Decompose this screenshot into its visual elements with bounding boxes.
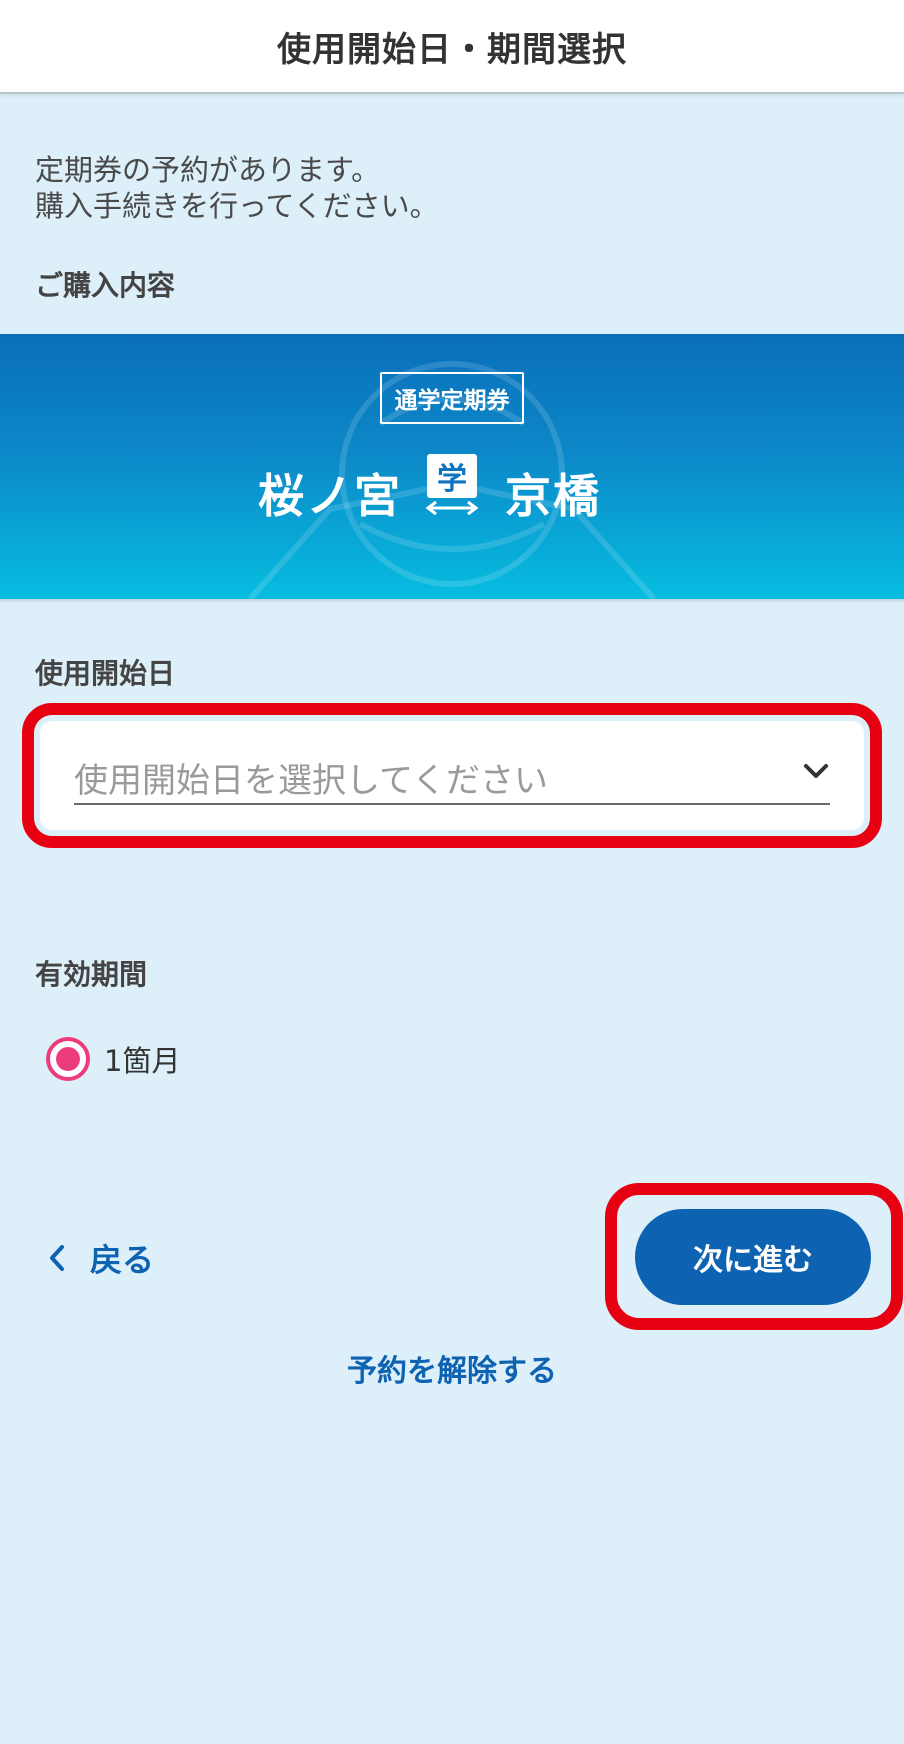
back-label: 戻る <box>90 1241 155 1279</box>
back-button[interactable]: 戻る <box>46 1234 154 1282</box>
cancel-reservation-link[interactable]: 予約を解除する <box>0 1346 904 1390</box>
to-station: 京橋 <box>505 469 601 523</box>
radio-button[interactable] <box>46 1037 90 1081</box>
notice-line-1: 定期券の予約があります。 <box>35 153 381 187</box>
chevron-left-icon <box>50 1245 64 1271</box>
next-button[interactable]: 次に進む <box>635 1209 871 1305</box>
start-date-placeholder: 使用開始日を選択してください <box>74 761 548 801</box>
start-date-select-underline: 使用開始日を選択してください <box>74 743 830 805</box>
period-option-label: 1箇月 <box>104 1044 181 1078</box>
chevron-down-icon <box>804 764 828 778</box>
reservation-notice: 定期券の予約があります。 購入手続きを行ってください。 <box>35 152 439 224</box>
next-button-highlight: 次に進む <box>605 1183 903 1330</box>
radio-selected-dot <box>56 1047 80 1071</box>
period-option-1-month[interactable]: 1箇月 <box>46 1036 180 1082</box>
bidirectional-arrow-icon <box>425 500 479 516</box>
from-station: 桜ノ宮 <box>258 469 402 523</box>
app-header: 使用開始日・期間選択 <box>0 0 904 94</box>
notice-line-2: 購入手続きを行ってください。 <box>35 189 439 223</box>
commuter-pass-banner: 通学定期券 桜ノ宮 学 京橋 <box>0 334 904 599</box>
purchase-contents-label: ご購入内容 <box>35 269 176 302</box>
start-date-highlight: 使用開始日を選択してください <box>22 703 882 848</box>
validity-period-label: 有効期間 <box>35 958 148 991</box>
pass-type-badge: 通学定期券 <box>380 372 524 424</box>
student-route-mark: 学 <box>424 454 480 516</box>
route-display: 桜ノ宮 学 京橋 <box>0 452 904 528</box>
student-icon: 学 <box>427 454 477 498</box>
page-title: 使用開始日・期間選択 <box>277 29 627 70</box>
start-date-label: 使用開始日 <box>35 657 176 690</box>
start-date-select[interactable]: 使用開始日を選択してください <box>40 721 864 830</box>
